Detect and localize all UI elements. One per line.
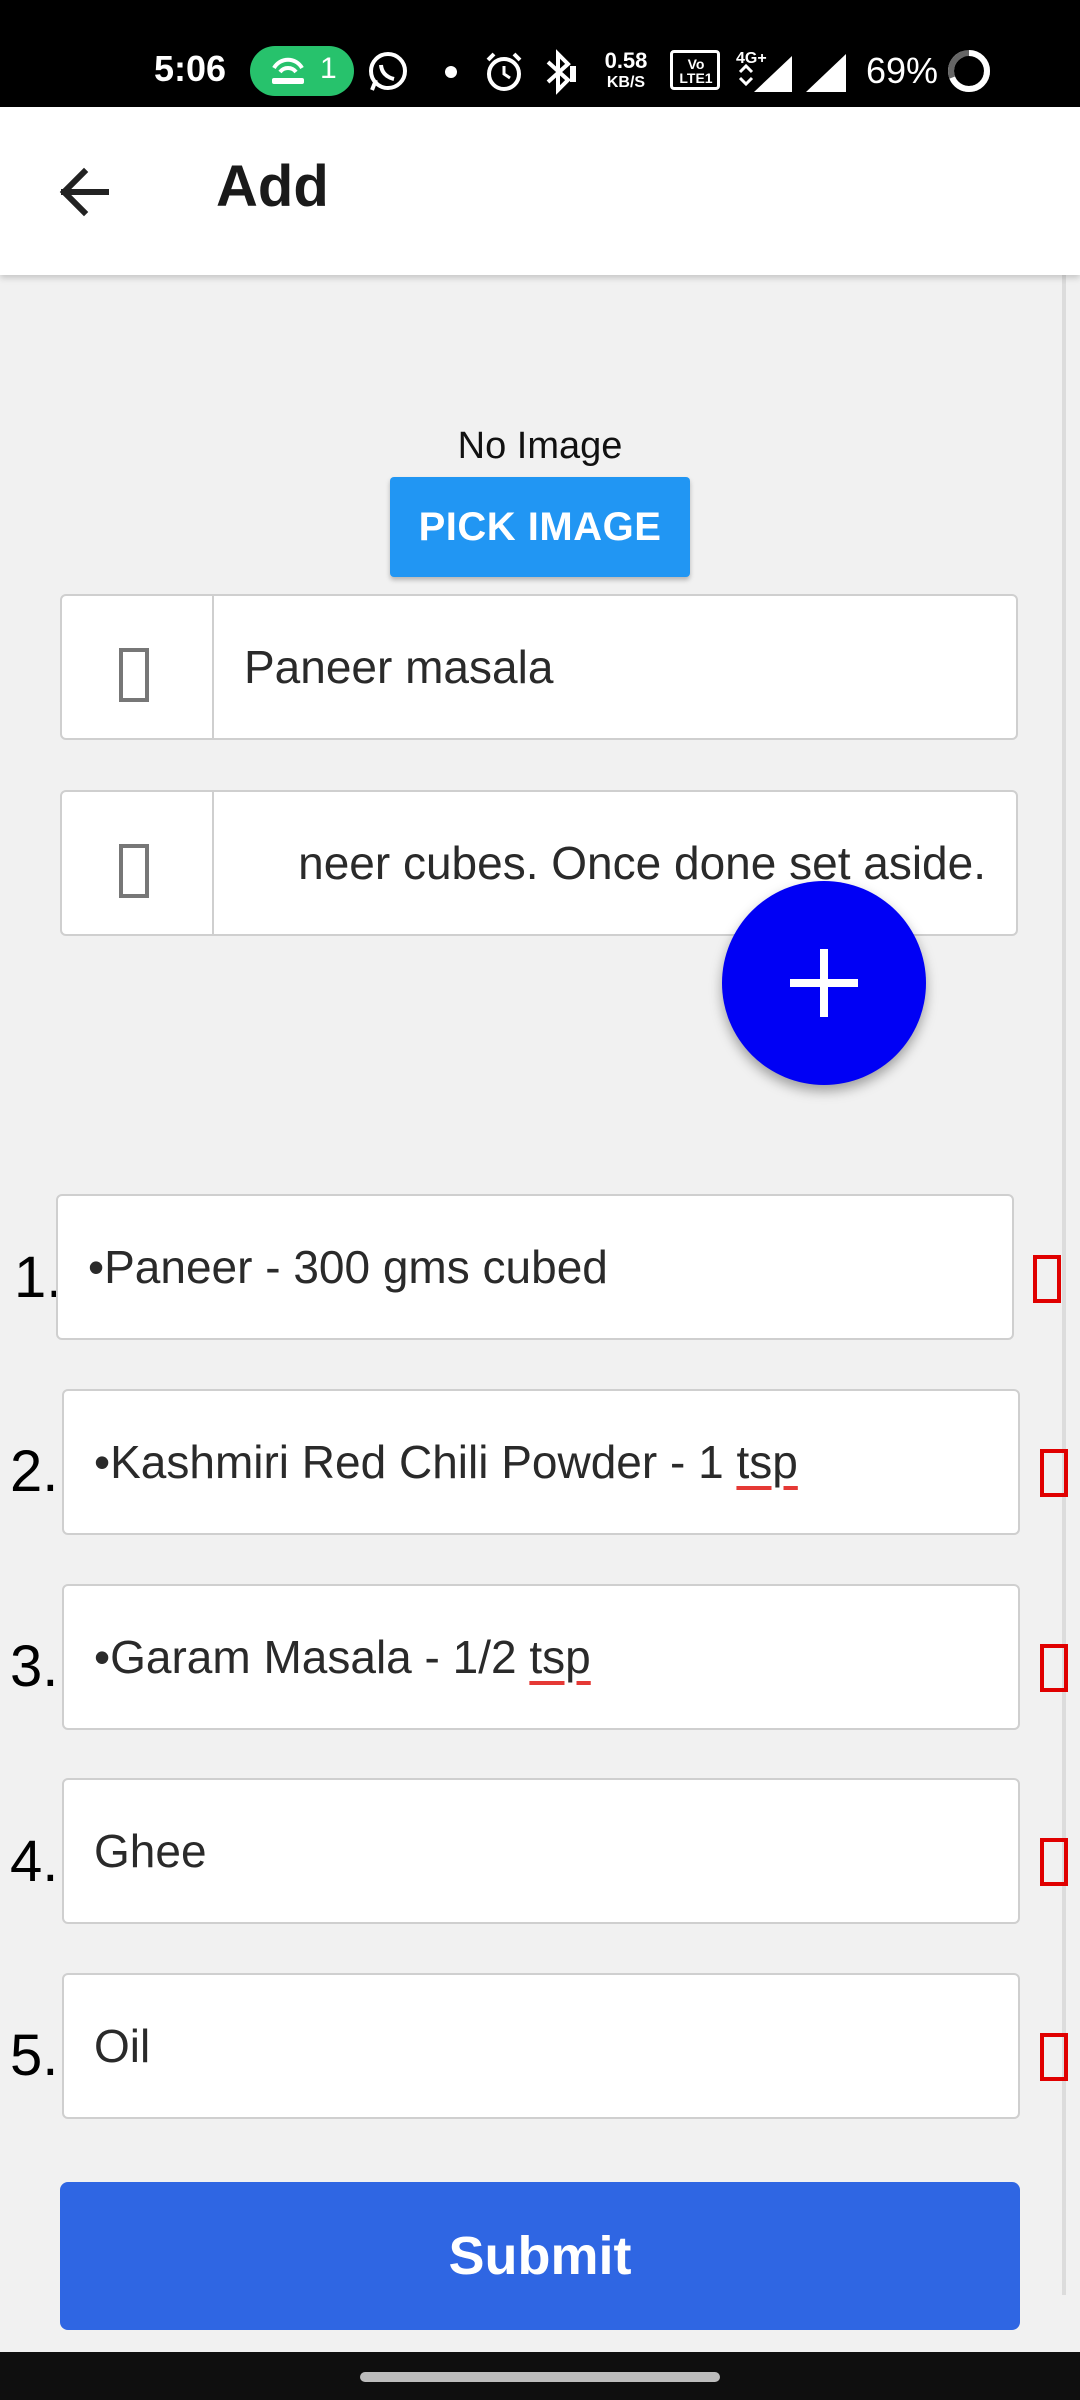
delete-icon[interactable] [1040, 1644, 1068, 1692]
missing-glyph-icon [119, 844, 149, 898]
name-field-icon-box [62, 596, 214, 738]
status-bar: 5:06 1 0.58 KB/S Vo LTE1 4G+ 69% [0, 0, 1080, 107]
description-field-icon-box [62, 792, 214, 934]
alarm-icon [486, 52, 522, 91]
pick-image-button[interactable]: PICK IMAGE [390, 477, 690, 577]
delete-icon[interactable] [1040, 1838, 1068, 1886]
battery-icon [948, 50, 990, 92]
signal-icon-1 [738, 56, 792, 92]
page-title: Add [216, 154, 329, 219]
ingredient-text: Oil [94, 2020, 151, 2072]
ingredient-input[interactable]: •Kashmiri Red Chili Powder - 1 tsp [62, 1389, 1020, 1535]
scrollbar[interactable] [1062, 275, 1066, 2295]
ingredient-text: •Garam Masala - 1/2 [94, 1631, 530, 1683]
ingredient-input[interactable]: Ghee [62, 1778, 1020, 1924]
back-arrow-icon[interactable] [50, 157, 120, 227]
ingredient-text: •Paneer - 300 gms cubed [88, 1241, 608, 1293]
ingredient-input[interactable]: •Paneer - 300 gms cubed [56, 1194, 1014, 1340]
home-gesture-handle[interactable] [360, 2372, 720, 2382]
ingredient-number: 3. [10, 1634, 59, 1699]
signal-icon-2 [806, 54, 846, 92]
plus-icon [790, 949, 858, 1017]
volte-badge: Vo LTE1 [670, 50, 720, 90]
hotspot-indicator: 1 [250, 46, 354, 96]
spellcheck-word: tsp [736, 1436, 798, 1488]
image-status-text: No Image [457, 425, 623, 467]
submit-button[interactable]: Submit [60, 2182, 1020, 2330]
spellcheck-word: tsp [529, 1631, 591, 1683]
delete-icon[interactable] [1040, 1449, 1068, 1497]
ingredient-number: 4. [10, 1829, 59, 1894]
network-speed-value: 0.58 [604, 48, 648, 73]
hotspot-count: 1 [320, 52, 337, 85]
delete-icon[interactable] [1033, 1255, 1061, 1303]
ingredient-input[interactable]: Oil [62, 1973, 1020, 2119]
whatsapp-icon [369, 52, 407, 91]
recipe-name-field[interactable]: Paneer masala [60, 594, 1018, 740]
network-speed-unit: KB/S [606, 74, 646, 91]
missing-glyph-icon [119, 648, 149, 702]
status-time: 5:06 [154, 48, 227, 89]
ingredient-input[interactable]: •Garam Masala - 1/2 tsp [62, 1584, 1020, 1730]
volte-label: Vo LTE1 [679, 56, 713, 86]
notification-dot-icon [445, 66, 457, 78]
app-bar: Add [0, 107, 1080, 275]
hotspot-icon [272, 57, 304, 84]
ingredient-number: 5. [10, 2023, 59, 2088]
ingredient-text: •Kashmiri Red Chili Powder - 1 [94, 1436, 737, 1488]
battery-percent: 69% [866, 50, 939, 91]
delete-icon[interactable] [1040, 2033, 1068, 2081]
recipe-name-input[interactable]: Paneer masala [244, 596, 992, 738]
bluetooth-icon [546, 49, 576, 95]
add-ingredient-button[interactable] [722, 881, 926, 1085]
ingredient-number: 2. [10, 1439, 59, 1504]
system-nav-bar [0, 2352, 1080, 2400]
ingredient-text: Ghee [94, 1825, 207, 1877]
